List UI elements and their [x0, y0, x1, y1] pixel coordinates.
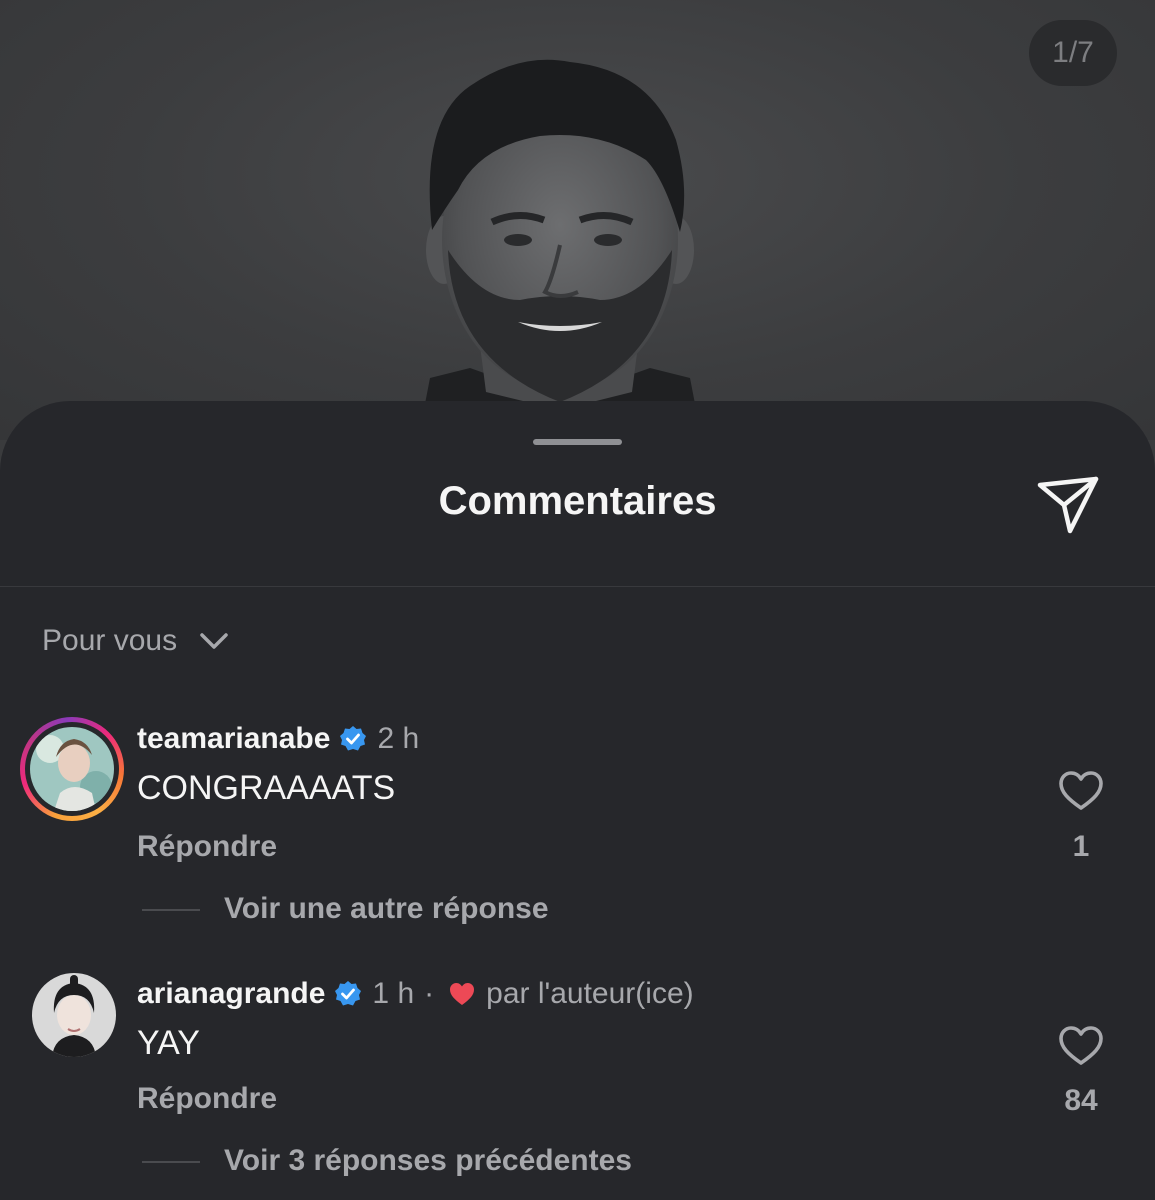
- replies-divider: [142, 909, 200, 911]
- comment-text: CONGRAAAATS: [137, 769, 396, 807]
- view-replies-link[interactable]: Voir une autre réponse: [224, 892, 549, 926]
- share-button[interactable]: [1030, 471, 1104, 537]
- view-replies-link[interactable]: Voir 3 réponses précédentes: [224, 1144, 632, 1178]
- liked-by-author: par l'auteur(ice): [486, 977, 694, 1010]
- reply-button[interactable]: Répondre: [137, 1082, 277, 1116]
- comment-time: 2 h: [377, 722, 420, 755]
- like-heart-icon[interactable]: [1058, 1025, 1104, 1067]
- chevron-down-icon: [200, 633, 228, 649]
- paper-plane-icon: [1037, 476, 1099, 534]
- sheet-title: Commentaires: [438, 479, 717, 523]
- avatar-story-ring[interactable]: [20, 717, 124, 821]
- avatar[interactable]: [32, 973, 116, 1057]
- comment-time: 1 h: [372, 977, 415, 1010]
- like-count: 84: [1064, 1084, 1098, 1117]
- avatar: [30, 727, 114, 811]
- like-count: 1: [1072, 830, 1090, 863]
- post-screen: 1/7 Commentaires Pour vous teamarianabe …: [0, 0, 1155, 1200]
- image-counter: 1/7: [1029, 20, 1117, 86]
- verified-badge-icon: [335, 981, 362, 1006]
- author-liked-heart-icon: [450, 983, 475, 1005]
- header-divider: [0, 586, 1155, 587]
- comment-text: YAY: [137, 1024, 200, 1062]
- portrait-photo: [418, 59, 702, 440]
- comments-sheet: Commentaires Pour vous teamarianabe 2 h …: [0, 401, 1155, 1200]
- sheet-grabber[interactable]: [533, 439, 622, 445]
- meta-separator: ·: [424, 977, 435, 1010]
- sort-selector[interactable]: Pour vous: [42, 619, 229, 663]
- verified-badge-icon: [340, 726, 367, 751]
- comment-meta: teamarianabe 2 h: [137, 719, 419, 759]
- post-photo[interactable]: 1/7: [0, 0, 1155, 440]
- reply-button[interactable]: Répondre: [137, 830, 277, 864]
- username[interactable]: teamarianabe: [137, 722, 330, 756]
- replies-divider: [142, 1161, 200, 1163]
- like-heart-icon[interactable]: [1058, 770, 1104, 812]
- username[interactable]: arianagrande: [137, 977, 325, 1011]
- sort-label: Pour vous: [42, 624, 178, 657]
- comment-meta: arianagrande 1 h · par l'auteur(ice): [137, 974, 694, 1014]
